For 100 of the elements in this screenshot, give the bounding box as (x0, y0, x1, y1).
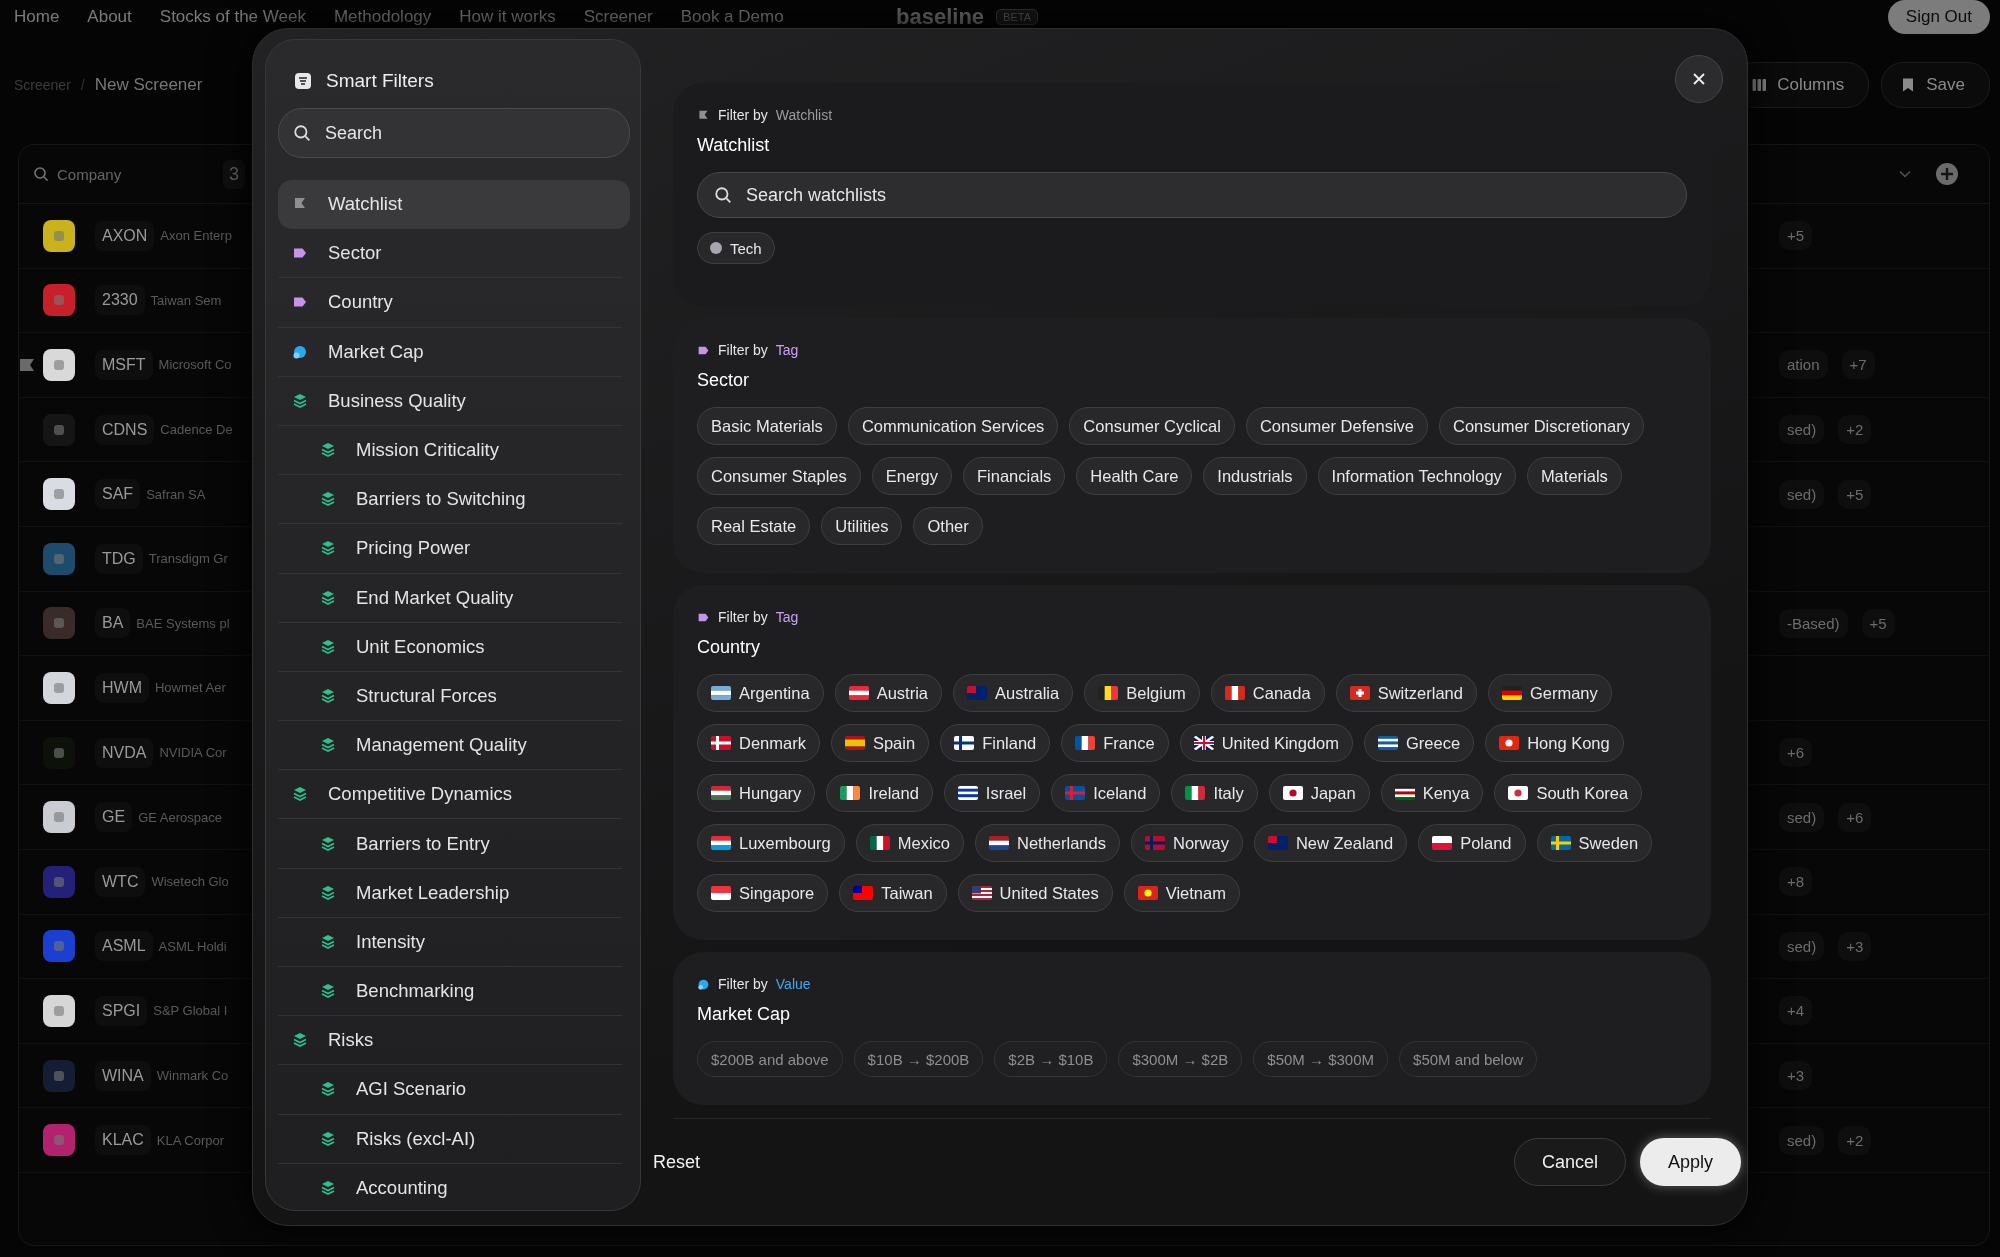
more-tags-chip[interactable]: +8 (1779, 867, 1813, 897)
country-chip[interactable]: Australia (953, 674, 1074, 712)
nav-link[interactable]: About (87, 7, 132, 27)
sector-chip[interactable]: Industrials (1203, 457, 1307, 495)
sidebar-item[interactable]: Mission Criticality (278, 425, 622, 476)
sector-chip[interactable]: Consumer Discretionary (1439, 407, 1644, 445)
reset-button[interactable]: Reset (653, 1151, 701, 1173)
country-chip[interactable]: Sweden (1536, 824, 1653, 862)
country-chip[interactable]: Mexico (855, 824, 964, 862)
sidebar-item[interactable]: Risks (excl-AI) (278, 1114, 622, 1164)
sidebar-item[interactable]: Unit Economics (278, 622, 622, 672)
apply-button[interactable]: Apply (1639, 1138, 1741, 1186)
more-tags-chip[interactable]: +7 (1841, 350, 1875, 380)
sector-chip[interactable]: Consumer Defensive (1245, 407, 1428, 445)
watchlist-search-field[interactable]: Search watchlists (697, 172, 1687, 218)
country-chip[interactable]: Israel (943, 774, 1041, 812)
sector-chip[interactable]: Consumer Cyclical (1069, 407, 1235, 445)
more-tags-chip[interactable]: +3 (1779, 1061, 1813, 1090)
sidebar-item[interactable]: Market Leadership (278, 868, 622, 918)
sidebar-item[interactable]: Business Quality (278, 376, 622, 426)
company-search-field[interactable]: Company (33, 165, 203, 183)
sidebar-item[interactable]: Market Cap (278, 327, 622, 377)
sidebar-item[interactable]: Country (278, 278, 622, 328)
country-chip[interactable]: Switzerland (1335, 674, 1477, 712)
country-chip[interactable]: Canada (1210, 674, 1325, 712)
sidebar-item[interactable]: Pricing Power (278, 524, 622, 574)
country-chip[interactable]: Luxembourg (697, 824, 845, 862)
more-tags-chip[interactable]: +6 (1779, 738, 1813, 768)
range-chip[interactable]: $300M → $2B (1118, 1041, 1243, 1077)
range-chip[interactable]: $50M → $300M (1253, 1041, 1389, 1077)
country-chip[interactable]: Kenya (1380, 774, 1484, 812)
country-chip[interactable]: Hungary (697, 774, 816, 812)
country-chip[interactable]: Poland (1418, 824, 1526, 862)
sector-chip[interactable]: Materials (1526, 457, 1622, 495)
country-chip[interactable]: Belgium (1084, 674, 1200, 712)
country-chip[interactable]: Singapore (697, 874, 829, 912)
sector-chip[interactable]: Financials (963, 457, 1066, 495)
more-tags-chip[interactable]: +4 (1779, 996, 1813, 1026)
watchlist-chip[interactable]: Tech (697, 232, 775, 264)
country-chip[interactable]: Vietnam (1123, 874, 1240, 912)
country-chip[interactable]: New Zealand (1253, 824, 1408, 862)
country-chip[interactable]: Taiwan (839, 874, 947, 912)
more-tags-chip[interactable]: +2 (1838, 415, 1872, 445)
country-chip[interactable]: Ireland (826, 774, 933, 812)
sidebar-item[interactable]: Watchlist (278, 180, 630, 230)
sidebar-item[interactable]: Barriers to Switching (278, 475, 622, 525)
sector-chip[interactable]: Other (913, 507, 983, 545)
country-chip[interactable]: Iceland (1051, 774, 1161, 812)
sector-chip[interactable]: Consumer Staples (697, 457, 861, 495)
sidebar-item[interactable]: Risks (278, 1016, 622, 1066)
country-chip[interactable]: Germany (1487, 674, 1612, 712)
chevron-down-icon[interactable] (1899, 170, 1911, 178)
sidebar-item[interactable]: Barriers to Entry (278, 819, 622, 869)
add-icon[interactable] (1935, 162, 1959, 186)
sidebar-item[interactable]: AGI Scenario (278, 1065, 622, 1115)
range-chip[interactable]: $50M and below (1399, 1041, 1538, 1077)
sector-chip[interactable]: Health Care (1076, 457, 1193, 495)
more-tags-chip[interactable]: +3 (1838, 931, 1872, 961)
country-chip[interactable]: Netherlands (975, 824, 1120, 862)
country-chip[interactable]: Italy (1171, 774, 1258, 812)
nav-link[interactable]: Home (14, 7, 60, 27)
sidebar-item[interactable]: End Market Quality (278, 573, 622, 623)
cancel-button[interactable]: Cancel (1513, 1138, 1626, 1186)
more-tags-chip[interactable]: +2 (1838, 1125, 1872, 1155)
save-button[interactable]: Save (1881, 62, 1990, 108)
country-chip[interactable]: Japan (1268, 774, 1370, 812)
more-tags-chip[interactable]: +5 (1779, 221, 1813, 251)
more-tags-chip[interactable]: +5 (1838, 479, 1872, 509)
sector-chip[interactable]: Real Estate (697, 507, 811, 545)
sector-chip[interactable]: Basic Materials (697, 407, 837, 445)
sidebar-item[interactable]: Sector (278, 229, 622, 279)
country-chip[interactable]: Spain (830, 724, 930, 762)
country-chip[interactable]: Hong Kong (1485, 724, 1624, 762)
country-chip[interactable]: Denmark (697, 724, 820, 762)
country-chip[interactable]: Finland (940, 724, 1051, 762)
country-chip[interactable]: United States (957, 874, 1113, 912)
sector-chip[interactable]: Utilities (821, 507, 903, 545)
country-chip[interactable]: Argentina (697, 674, 824, 712)
sidebar-item[interactable]: Management Quality (278, 721, 622, 771)
sidebar-item[interactable]: Structural Forces (278, 671, 622, 722)
country-chip[interactable]: Austria (834, 674, 942, 712)
sector-chip[interactable]: Communication Services (847, 407, 1059, 445)
sector-chip[interactable]: Energy (871, 457, 952, 495)
country-chip[interactable]: United Kingdom (1179, 724, 1354, 762)
close-button[interactable] (1675, 55, 1723, 103)
search-field[interactable]: Search (278, 108, 630, 158)
sign-out-button[interactable]: Sign Out (1887, 0, 1990, 34)
more-tags-chip[interactable]: +6 (1838, 802, 1872, 832)
range-chip[interactable]: $2B → $10B (994, 1041, 1108, 1077)
country-chip[interactable]: France (1061, 724, 1169, 762)
sector-chip[interactable]: Information Technology (1317, 457, 1516, 495)
range-chip[interactable]: $200B and above (697, 1041, 843, 1077)
sidebar-item[interactable]: Intensity (278, 917, 622, 967)
nav-link[interactable]: Stocks of the Week (159, 7, 306, 27)
sidebar-item[interactable]: Accounting (278, 1163, 622, 1210)
sidebar-item[interactable]: Benchmarking (278, 967, 622, 1017)
country-chip[interactable]: Norway (1131, 824, 1243, 862)
range-chip[interactable]: $10B → $200B (853, 1041, 984, 1077)
sidebar-item[interactable]: Competitive Dynamics (278, 770, 622, 820)
more-tags-chip[interactable]: +5 (1861, 608, 1895, 638)
